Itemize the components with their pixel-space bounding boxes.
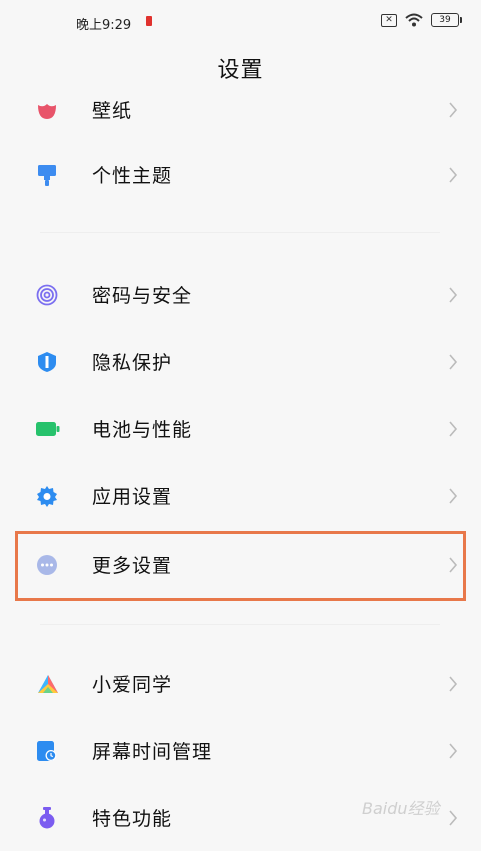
chevron-right-icon: [447, 100, 459, 120]
settings-item-wallpaper[interactable]: 壁纸: [0, 80, 481, 140]
settings-item-xiaoai[interactable]: 小爱同学: [0, 654, 481, 714]
chevron-right-icon: [447, 486, 459, 506]
settings-item-screen-time[interactable]: 屏幕时间管理: [0, 721, 481, 781]
settings-item-label: 个性主题: [92, 165, 173, 187]
settings-item-password-security[interactable]: 密码与安全: [0, 265, 481, 325]
settings-item-theme[interactable]: 个性主题: [0, 145, 481, 205]
settings-item-label: 密码与安全: [92, 285, 193, 307]
settings-item-label: 壁纸: [92, 100, 133, 122]
chevron-right-icon: [447, 808, 459, 828]
settings-item-privacy[interactable]: 隐私保护: [0, 332, 481, 392]
notification-icon: [146, 16, 152, 26]
status-time: 晚上9:29: [76, 18, 132, 33]
settings-item-label: 隐私保护: [92, 352, 173, 374]
xiaoai-icon: [36, 673, 58, 695]
watermark: Baidu经验: [362, 799, 440, 818]
fingerprint-icon: [36, 284, 58, 306]
screen-time-icon: [36, 740, 58, 762]
theme-brush-icon: [36, 164, 58, 186]
chevron-right-icon: [447, 285, 459, 305]
no-sim-icon: ✕: [381, 13, 397, 27]
settings-item-battery[interactable]: 电池与性能: [0, 399, 481, 459]
settings-item-label: 屏幕时间管理: [92, 741, 213, 763]
chevron-right-icon: [447, 674, 459, 694]
settings-item-label: 特色功能: [92, 808, 173, 830]
status-bar: 晚上9:29 ✕ 39: [0, 0, 481, 44]
battery-icon: [36, 418, 60, 440]
settings-item-label: 应用设置: [92, 486, 173, 508]
wallpaper-icon: [36, 99, 58, 121]
status-icons: ✕ 39: [381, 13, 462, 27]
chevron-right-icon: [447, 352, 459, 372]
wifi-icon: [405, 13, 423, 27]
settings-item-label: 电池与性能: [92, 419, 193, 441]
flask-icon: [36, 807, 58, 829]
settings-item-label: 小爱同学: [92, 674, 173, 696]
gear-icon: [36, 485, 58, 507]
section-divider: [40, 624, 440, 625]
chevron-right-icon: [447, 419, 459, 439]
section-divider: [40, 232, 440, 233]
highlight-box: [15, 531, 466, 601]
chevron-right-icon: [447, 165, 459, 185]
privacy-shield-icon: [36, 351, 58, 373]
battery-indicator: 39: [431, 13, 462, 27]
settings-item-app-settings[interactable]: 应用设置: [0, 466, 481, 526]
chevron-right-icon: [447, 741, 459, 761]
